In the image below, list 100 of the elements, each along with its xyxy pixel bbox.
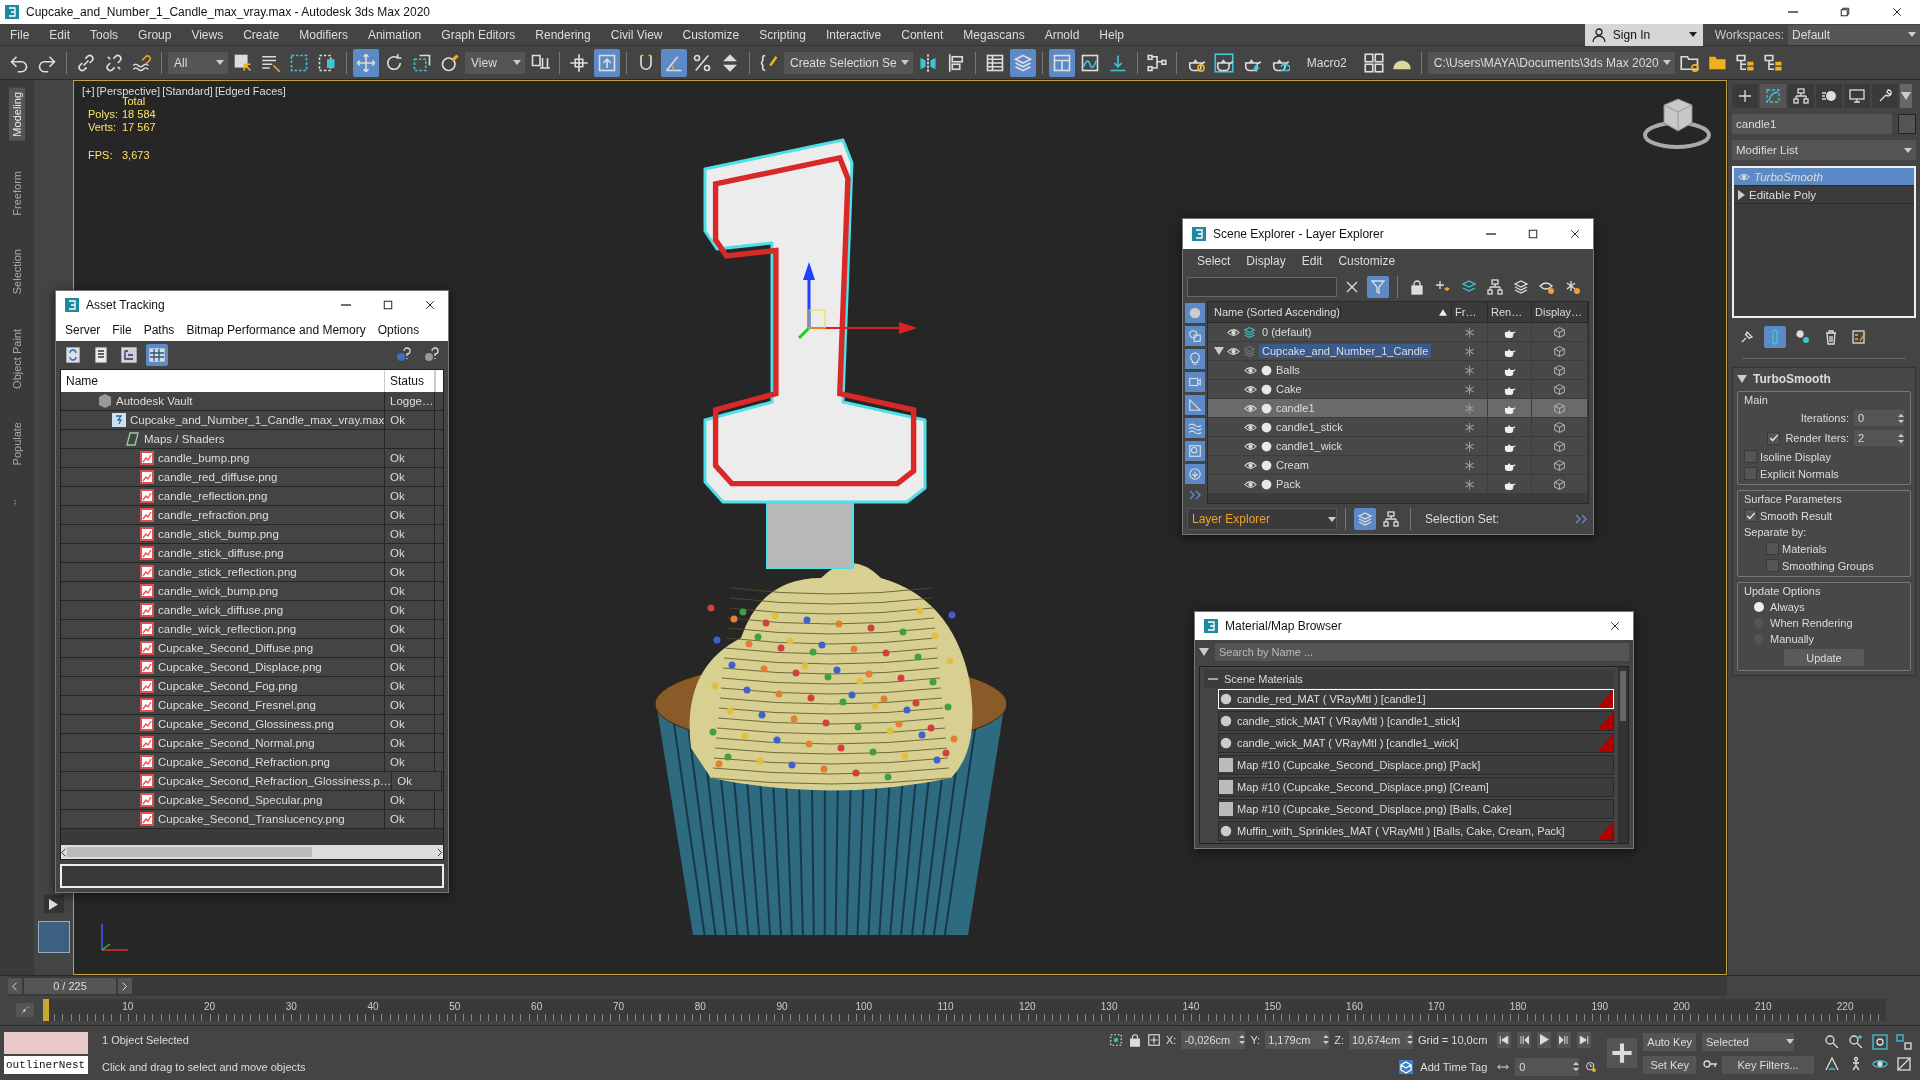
time-slider-track[interactable]: 0 / 225 [8, 976, 1727, 996]
ribbon-tab[interactable]: Populate [9, 418, 25, 470]
asset-name[interactable]: Autodesk Vault [116, 395, 193, 407]
modifier-stack-item[interactable]: Editable Poly [1734, 186, 1914, 204]
ribbon-tab[interactable]: Selection [9, 245, 25, 299]
asset-name[interactable]: candle_stick_bump.png [158, 528, 279, 540]
modifier-list-dropdown[interactable]: Modifier List [1732, 140, 1916, 160]
viewport-label[interactable]: [Standard] [162, 85, 213, 97]
menu-item[interactable]: Content [891, 27, 954, 42]
menu-item[interactable]: Customize [1332, 254, 1402, 268]
viewport-label[interactable]: [Perspective] [96, 85, 161, 97]
asset-name[interactable]: Cupcake_Second_Refraction.png [158, 756, 330, 768]
menu-item[interactable]: Tools [80, 27, 129, 42]
viewport-label[interactable]: [+] [82, 85, 95, 97]
explorer-dropdown[interactable]: Layer Explorer [1187, 508, 1337, 530]
column-header[interactable]: Display… [1532, 302, 1588, 322]
asset-name[interactable]: candle_red_diffuse.png [158, 471, 278, 483]
asset-name[interactable]: candle_wick_diffuse.png [158, 604, 284, 616]
column-header[interactable]: Fr… [1452, 302, 1488, 322]
toolbar-dropdown[interactable]: Create Selection Se [784, 51, 913, 74]
menu-item[interactable]: Modifiers [289, 27, 358, 42]
menu-item[interactable]: Edit [1295, 254, 1329, 268]
material-item[interactable]: Map #10 (Cupcake_Second_Displace.png) [Cream] [1218, 777, 1614, 797]
key-mode-dropdown[interactable]: Selected [1702, 1032, 1794, 1051]
layer-name[interactable]: Cupcake_and_Number_1_Candle [1259, 344, 1432, 358]
asset-name[interactable]: Cupcake_Second_Glossiness.png [158, 718, 334, 730]
asset-name[interactable]: candle_refraction.png [158, 509, 269, 521]
menu-item[interactable]: Rendering [525, 27, 601, 42]
asset-name[interactable]: Cupcake_Second_Specular.png [158, 794, 323, 806]
menu-item[interactable]: Megascans [953, 27, 1035, 42]
menu-item[interactable]: Arnold [1034, 27, 1090, 42]
object-name[interactable]: Pack [1276, 478, 1301, 490]
object-name[interactable]: Cake [1276, 383, 1302, 395]
menu-item[interactable]: Interactive [815, 27, 892, 42]
time-slider-thumb[interactable]: 0 / 225 [24, 978, 116, 994]
set-key-button[interactable]: Set Key [1643, 1055, 1696, 1074]
sign-in-button[interactable]: Sign In [1584, 23, 1703, 46]
object-name[interactable]: candle1 [1276, 402, 1315, 414]
ribbon-tab[interactable]: Freeform [9, 166, 25, 220]
menu-item[interactable]: Customize [672, 27, 750, 42]
object-name-field[interactable]: candle1 [1732, 114, 1892, 134]
menu-item[interactable]: Create [233, 27, 290, 42]
toolbar-dropdown[interactable]: All [168, 51, 228, 74]
auto-key-button[interactable]: Auto Key [1643, 1032, 1696, 1051]
material-item[interactable]: Map #10 (Cupcake_Second_Displace.png) [Balls, Cake] [1218, 799, 1614, 819]
menu-item[interactable]: Animation [357, 27, 432, 42]
coordinate-field[interactable]: 10,674cm [1348, 1030, 1413, 1049]
asset-name[interactable]: candle_wick_reflection.png [158, 623, 297, 635]
asset-name[interactable]: Cupcake_Second_Fog.png [158, 680, 298, 692]
column-header[interactable]: Name (Sorted Ascending) [1211, 306, 1341, 318]
object-name[interactable]: candle1_wick [1276, 440, 1343, 452]
object-name[interactable]: Cream [1276, 459, 1309, 471]
asset-name[interactable]: Cupcake_and_Number_1_Candle_max_vray.max [130, 414, 385, 426]
column-header[interactable]: Ren… [1488, 302, 1532, 322]
ribbon-tab[interactable]: Modeling [9, 88, 25, 141]
asset-name[interactable]: candle_reflection.png [158, 490, 268, 502]
material-item[interactable]: Muffin_with_Sprinkles_MAT ( VRayMtl ) [Balls, Cake, Cream, Pack] [1218, 821, 1614, 841]
group-header[interactable]: Scene Materials [1204, 670, 1614, 688]
menu-item[interactable]: Display [1240, 254, 1292, 268]
asset-name[interactable]: candle_bump.png [158, 452, 250, 464]
macro-button[interactable]: Macro2 [1294, 55, 1359, 70]
menu-item[interactable]: Views [181, 27, 234, 42]
menu-item[interactable]: Group [128, 27, 182, 42]
workspace-dropdown[interactable]: Default [1788, 24, 1920, 45]
current-frame-field[interactable]: 0 [1515, 1057, 1580, 1076]
coordinate-field[interactable]: -0,026cm [1181, 1030, 1246, 1049]
menu-item[interactable]: Graph Editors [431, 27, 526, 42]
render-iters-spinner[interactable]: 2 [1854, 430, 1904, 446]
asset-name[interactable]: Cupcake_Second_Refraction_Glossiness.p… [158, 775, 392, 787]
ribbon-tab[interactable]: Object Paint [9, 324, 25, 393]
menu-item[interactable]: Help [1089, 27, 1135, 42]
layer-name[interactable]: 0 (default) [1259, 325, 1315, 339]
asset-name[interactable]: candle_wick_bump.png [158, 585, 279, 597]
toolbar-dropdown[interactable]: View [465, 51, 525, 74]
menu-item[interactable]: File [0, 27, 40, 42]
asset-name[interactable]: Cupcake_Second_Diffuse.png [158, 642, 314, 654]
material-item[interactable]: candle_stick_MAT ( VRayMtl ) [candle1_stick] [1218, 711, 1614, 731]
add-time-tag-button[interactable]: Add Time Tag [1398, 1058, 1488, 1075]
asset-name[interactable]: Cupcake_Second_Translucency.png [158, 813, 345, 825]
material-item[interactable]: candle_red_MAT ( VRayMtl ) [candle1] [1218, 689, 1614, 709]
menu-item[interactable]: Select [1191, 254, 1237, 268]
menu-item[interactable]: Options [372, 323, 425, 337]
viewport-label[interactable]: [Edged Faces] [214, 85, 286, 97]
asset-name[interactable]: Cupcake_Second_Fresnel.png [158, 699, 316, 711]
asset-name[interactable]: Maps / Shaders [144, 433, 225, 445]
update-button[interactable]: Update [1784, 649, 1864, 666]
asset-name[interactable]: Cupcake_Second_Displace.png [158, 661, 322, 673]
asset-name[interactable]: Cupcake_Second_Normal.png [158, 737, 315, 749]
search-field[interactable]: Search by Name ... [1215, 643, 1629, 661]
menu-item[interactable]: Scripting [749, 27, 816, 42]
object-name[interactable]: candle1_stick [1276, 421, 1343, 433]
object-name[interactable]: Balls [1276, 364, 1300, 376]
rollout-title[interactable]: TurboSmooth [1753, 372, 1831, 386]
material-item[interactable]: candle_wick_MAT ( VRayMtl ) [candle1_wick] [1218, 733, 1614, 753]
menu-item[interactable]: Edit [39, 27, 81, 42]
modifier-stack[interactable]: TurboSmooth Editable Poly [1732, 166, 1916, 318]
menu-item[interactable]: Civil View [600, 27, 673, 42]
timeline-ruler[interactable]: 10 20 30 40 50 60 70 80 90 100 110 120 130 140 150 160 170 180 190 200 210 220 [46, 999, 1886, 1021]
menu-item[interactable]: Paths [138, 323, 180, 337]
menu-item[interactable]: Bitmap Performance and Memory [181, 323, 371, 337]
